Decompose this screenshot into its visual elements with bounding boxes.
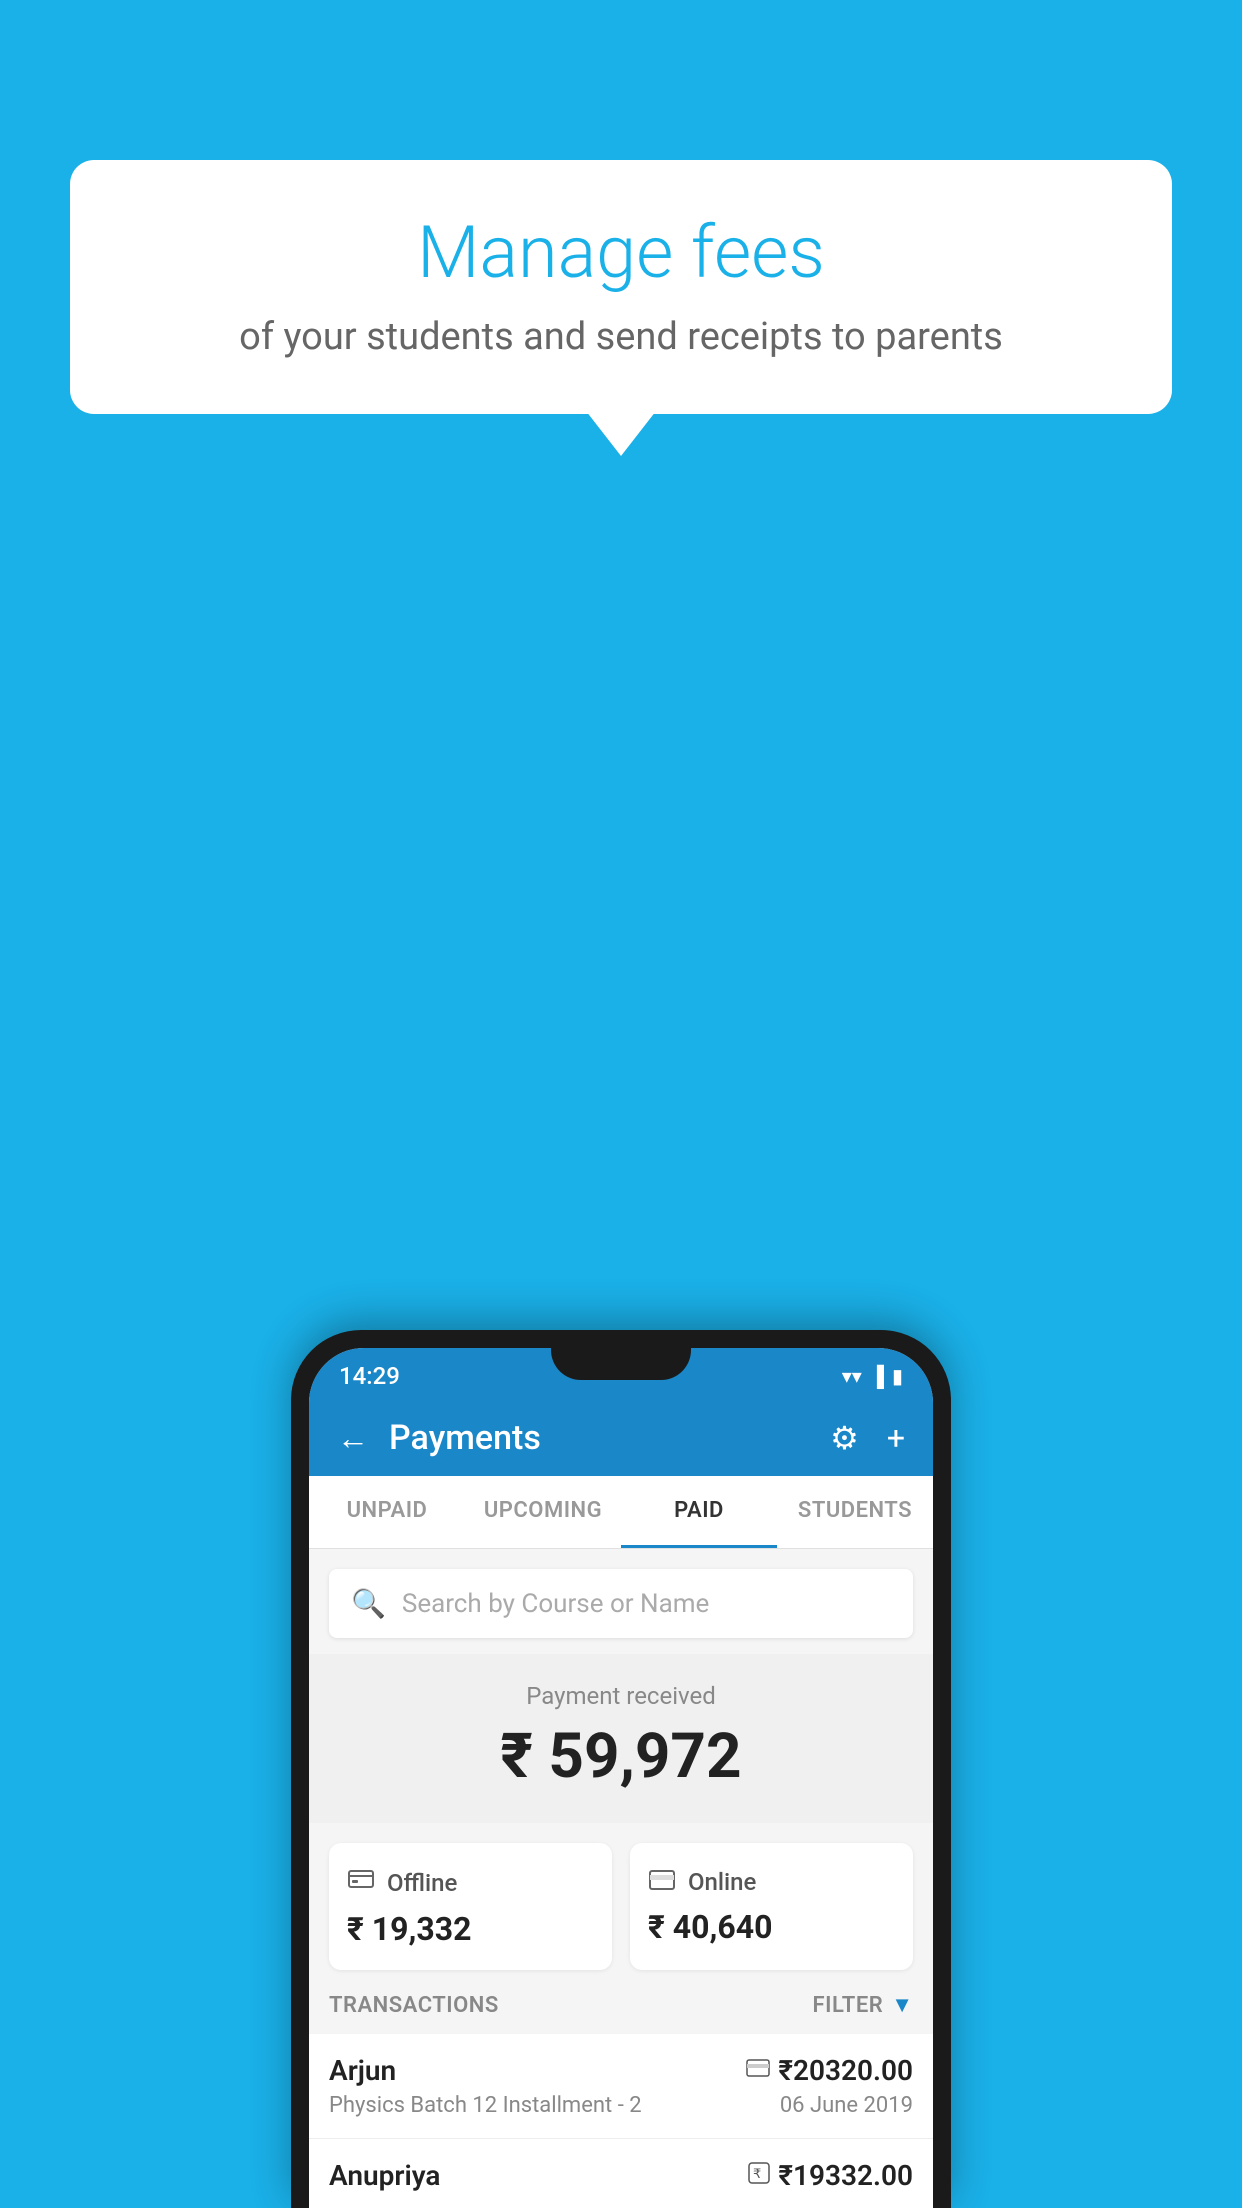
back-button[interactable]: ← [337, 1419, 369, 1457]
settings-icon[interactable]: ⚙ [830, 1419, 859, 1457]
toolbar-right: ⚙ + [830, 1419, 905, 1457]
online-card-header: Online [648, 1865, 895, 1898]
search-icon: 🔍 [351, 1587, 386, 1620]
search-bar[interactable]: 🔍 Search by Course or Name [329, 1569, 913, 1638]
phone-screen: 14:29 ▾▾ ▐ ▮ ← Payments ⚙ + UNPAID UPCOM… [309, 1348, 933, 2208]
notch [551, 1348, 691, 1380]
filter-container[interactable]: FILTER ▼ [813, 1992, 913, 2018]
offline-label: Offline [387, 1869, 457, 1897]
add-icon[interactable]: + [887, 1419, 905, 1457]
tab-paid[interactable]: PAID [621, 1476, 777, 1548]
transaction-name-2: Anupriya [329, 2159, 440, 2192]
transaction-rupee-icon-2: ₹ [748, 2162, 770, 2190]
payment-amount: ₹ 59,972 [329, 1720, 913, 1793]
online-label: Online [688, 1868, 756, 1896]
status-icons: ▾▾ ▐ ▮ [842, 1364, 903, 1389]
tooltip-subtitle: of your students and send receipts to pa… [130, 315, 1112, 359]
offline-card: Offline ₹ 19,332 [329, 1843, 612, 1970]
transaction-row-2[interactable]: Anupriya ₹ ₹19332.00 [309, 2139, 933, 2208]
transaction-amount-1: ₹20320.00 [778, 2054, 913, 2087]
transaction-amount-wrap-2: ₹ ₹19332.00 [748, 2159, 913, 2192]
tab-unpaid[interactable]: UNPAID [309, 1476, 465, 1548]
online-amount: ₹ 40,640 [648, 1908, 895, 1946]
transaction-bottom-1: Physics Batch 12 Installment - 2 06 June… [329, 2093, 913, 2118]
search-placeholder: Search by Course or Name [402, 1589, 709, 1619]
transaction-amount-wrap-1: ₹20320.00 [746, 2054, 913, 2087]
payment-label: Payment received [329, 1682, 913, 1710]
toolbar-left: ← Payments [337, 1418, 541, 1458]
transaction-name-1: Arjun [329, 2054, 396, 2087]
svg-text:₹: ₹ [753, 2166, 761, 2181]
transaction-top-2: Anupriya ₹ ₹19332.00 [329, 2159, 913, 2192]
transaction-card-icon-1 [746, 2058, 770, 2083]
toolbar: ← Payments ⚙ + [309, 1400, 933, 1476]
battery-icon: ▮ [892, 1364, 903, 1388]
offline-icon [347, 1865, 375, 1900]
tab-upcoming[interactable]: UPCOMING [465, 1476, 621, 1548]
tab-students[interactable]: STUDENTS [777, 1476, 933, 1548]
transaction-date-1: 06 June 2019 [780, 2093, 913, 2118]
wifi-icon: ▾▾ [842, 1364, 862, 1388]
online-card: Online ₹ 40,640 [630, 1843, 913, 1970]
offline-card-header: Offline [347, 1865, 594, 1900]
status-time: 14:29 [339, 1362, 400, 1390]
transaction-amount-2: ₹19332.00 [778, 2159, 913, 2192]
tooltip-container: Manage fees of your students and send re… [70, 160, 1172, 414]
transaction-row-1[interactable]: Arjun ₹20320.00 Physics Batch 12 Install… [309, 2034, 933, 2139]
payment-cards: Offline ₹ 19,332 Online ₹ 40,640 [329, 1843, 913, 1970]
toolbar-title: Payments [389, 1418, 541, 1458]
online-icon [648, 1865, 676, 1898]
transactions-label: TRANSACTIONS [329, 1993, 499, 2018]
payment-received-section: Payment received ₹ 59,972 [309, 1654, 933, 1823]
filter-icon: ▼ [891, 1992, 913, 2018]
offline-amount: ₹ 19,332 [347, 1910, 594, 1948]
signal-icon: ▐ [870, 1364, 884, 1389]
filter-label: FILTER [813, 1993, 884, 2018]
phone-frame: 14:29 ▾▾ ▐ ▮ ← Payments ⚙ + UNPAID UPCOM… [291, 1330, 951, 2208]
transactions-header: TRANSACTIONS FILTER ▼ [309, 1970, 933, 2034]
transaction-top-1: Arjun ₹20320.00 [329, 2054, 913, 2087]
tooltip-title: Manage fees [130, 210, 1112, 295]
tooltip-box: Manage fees of your students and send re… [70, 160, 1172, 414]
transaction-course-1: Physics Batch 12 Installment - 2 [329, 2093, 642, 2118]
tabs-container: UNPAID UPCOMING PAID STUDENTS [309, 1476, 933, 1549]
